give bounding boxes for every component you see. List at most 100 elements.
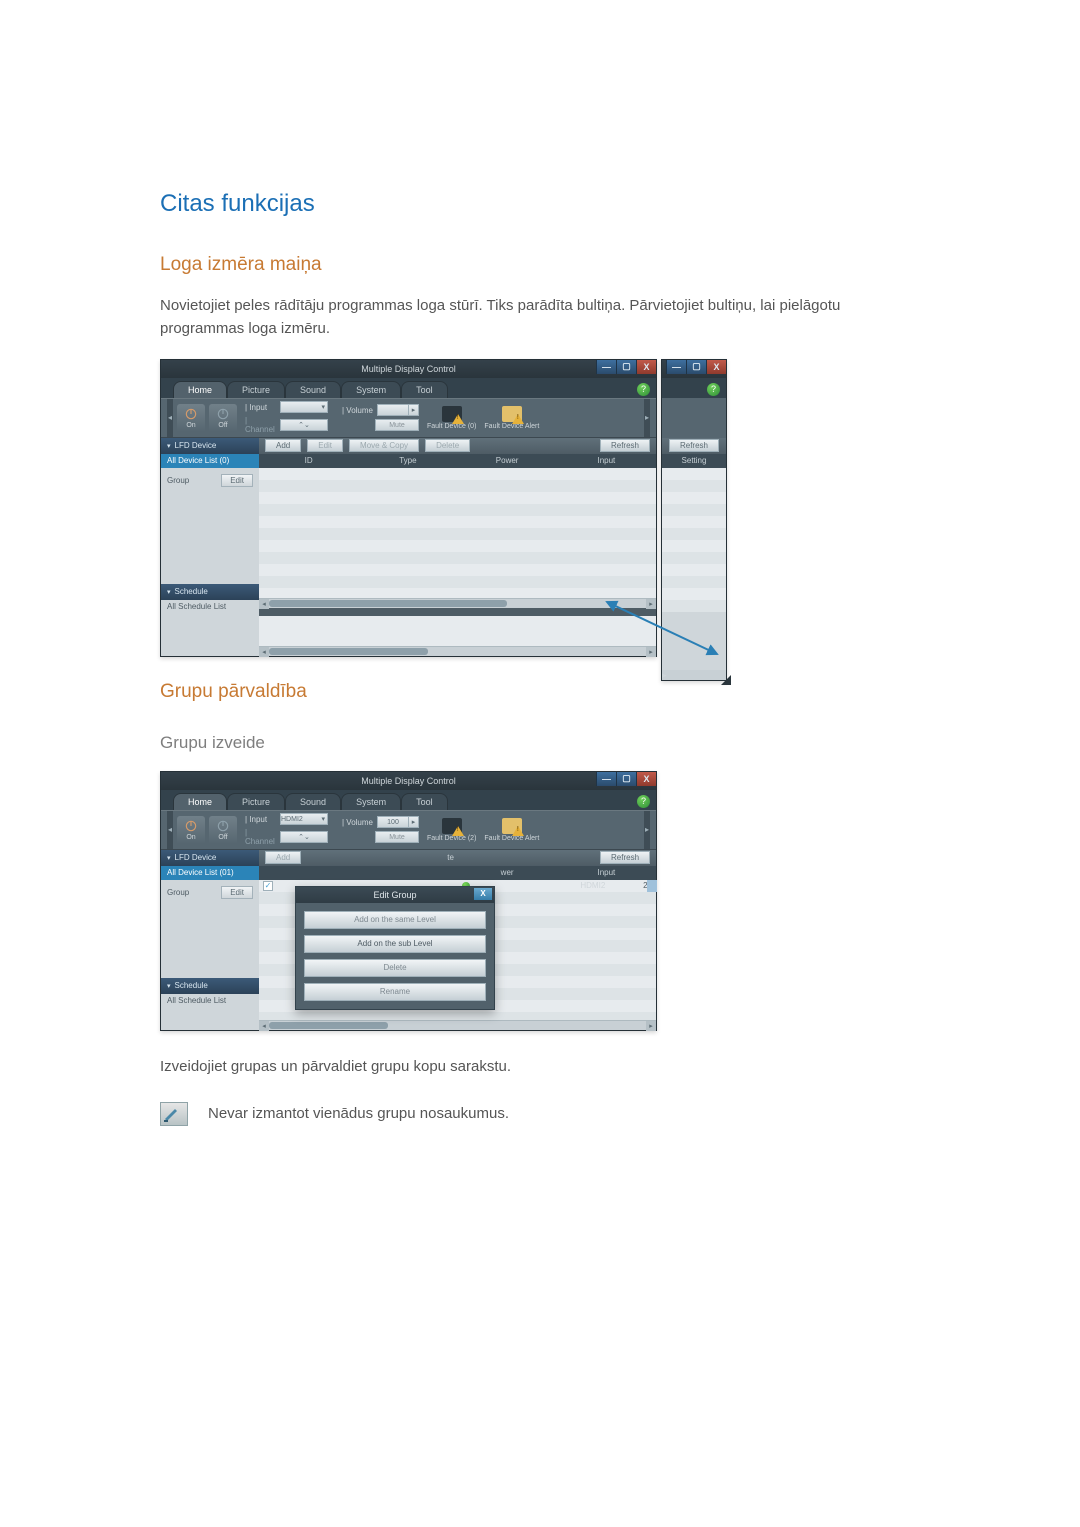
fault-device-count[interactable]: Fault Device (0) bbox=[427, 406, 476, 430]
titlebar[interactable]: Multiple Display Control — ▢ X bbox=[161, 360, 656, 378]
power-off-label: Off bbox=[218, 834, 227, 841]
action-bar: Add Edit Move & Copy Delete Refresh bbox=[259, 438, 656, 454]
tab-sound[interactable]: Sound bbox=[285, 793, 341, 810]
help-icon[interactable]: ? bbox=[637, 383, 650, 396]
minimize-button[interactable]: — bbox=[596, 772, 616, 786]
sidebar-section-lfd[interactable]: LFD Device bbox=[161, 438, 259, 454]
scroll-thumb[interactable] bbox=[269, 1022, 388, 1029]
scroll-left-icon[interactable]: ◂ bbox=[259, 599, 269, 609]
tab-picture[interactable]: Picture bbox=[227, 381, 285, 398]
channel-spinner[interactable]: ⌃⌄ bbox=[280, 831, 328, 843]
maximize-button[interactable]: ▢ bbox=[616, 360, 636, 374]
dialog-delete[interactable]: Delete bbox=[304, 959, 486, 977]
col-id[interactable]: ID bbox=[259, 454, 358, 468]
overlay-close-button[interactable]: X bbox=[706, 360, 726, 374]
channel-spinner[interactable]: ⌃⌄ bbox=[280, 419, 328, 431]
sidebar-all-device-list[interactable]: All Device List (0) bbox=[161, 454, 259, 468]
maximize-button[interactable]: ▢ bbox=[616, 772, 636, 786]
input-select[interactable]: HDMI2 bbox=[280, 813, 328, 825]
page-title: Citas funkcijas bbox=[160, 190, 920, 218]
tab-tool[interactable]: Tool bbox=[401, 381, 448, 398]
tab-picture[interactable]: Picture bbox=[227, 793, 285, 810]
tab-bar: Home Picture Sound System Tool ? bbox=[161, 790, 656, 810]
sidebar-section-schedule[interactable]: Schedule bbox=[161, 584, 259, 600]
col-power[interactable]: Power bbox=[458, 454, 557, 468]
fault-device-alert[interactable]: Fault Device Alert bbox=[484, 406, 539, 430]
power-on-label: On bbox=[186, 422, 195, 429]
overlay-col-setting[interactable]: Setting bbox=[662, 454, 726, 468]
help-icon[interactable]: ? bbox=[637, 795, 650, 808]
h-scrollbar[interactable]: ◂ ▸ bbox=[259, 1020, 656, 1030]
dialog-titlebar[interactable]: Edit Group X bbox=[296, 887, 494, 903]
pager-right-icon[interactable]: ▸ bbox=[644, 399, 650, 437]
group-edit-button[interactable]: Edit bbox=[221, 474, 253, 487]
scroll-thumb[interactable] bbox=[269, 648, 428, 655]
tab-system[interactable]: System bbox=[341, 381, 401, 398]
group-edit-button[interactable]: Edit bbox=[221, 886, 253, 899]
power-off-button[interactable]: Off bbox=[209, 404, 237, 432]
overlay-scrollbar[interactable]: ▸ bbox=[662, 670, 726, 680]
scroll-left-icon[interactable]: ◂ bbox=[259, 1021, 269, 1031]
col-type[interactable]: Type bbox=[358, 454, 457, 468]
tab-system[interactable]: System bbox=[341, 793, 401, 810]
sidebar-section-schedule[interactable]: Schedule bbox=[161, 978, 259, 994]
sidebar-all-device-list[interactable]: All Device List (01) bbox=[161, 866, 259, 880]
scroll-thumb[interactable] bbox=[269, 600, 507, 607]
titlebar[interactable]: Multiple Display Control — ▢ X bbox=[161, 772, 656, 790]
close-button[interactable]: X bbox=[636, 360, 656, 374]
pager-right-icon[interactable]: ▸ bbox=[644, 811, 650, 849]
dialog-rename[interactable]: Rename bbox=[304, 983, 486, 1001]
sidebar-all-schedule-list[interactable]: All Schedule List bbox=[161, 600, 259, 614]
volume-label: | Volume bbox=[342, 406, 374, 415]
edit-button[interactable]: Edit bbox=[307, 439, 343, 452]
resize-grip-icon[interactable] bbox=[721, 675, 731, 685]
sidebar-all-schedule-list[interactable]: All Schedule List bbox=[161, 994, 259, 1008]
tab-home[interactable]: Home bbox=[173, 381, 227, 398]
col-input[interactable]: Input bbox=[557, 866, 656, 880]
row-checkbox[interactable]: ✓ bbox=[263, 881, 273, 891]
sidebar-section-lfd[interactable]: LFD Device bbox=[161, 850, 259, 866]
row-input-value: HDMI2 bbox=[530, 880, 656, 892]
volume-spin-icon[interactable]: ▸ bbox=[409, 404, 419, 416]
fault-device-alert[interactable]: Fault Device Alert bbox=[484, 818, 539, 842]
add-button[interactable]: Add bbox=[265, 851, 301, 864]
tab-home[interactable]: Home bbox=[173, 793, 227, 810]
overlay-refresh-button[interactable]: Refresh bbox=[669, 439, 719, 452]
scroll-right-icon[interactable]: ▸ bbox=[662, 670, 726, 681]
input-select[interactable] bbox=[280, 401, 328, 413]
scroll-right-icon[interactable]: ▸ bbox=[646, 1021, 656, 1031]
power-on-button[interactable]: On bbox=[177, 404, 205, 432]
pager-left-icon[interactable]: ◂ bbox=[167, 399, 173, 437]
add-button[interactable]: Add bbox=[265, 439, 301, 452]
overlay-help-icon[interactable]: ? bbox=[707, 383, 720, 396]
volume-value[interactable] bbox=[377, 404, 409, 416]
close-button[interactable]: X bbox=[636, 772, 656, 786]
refresh-button[interactable]: Refresh bbox=[600, 851, 650, 864]
tab-tool[interactable]: Tool bbox=[401, 793, 448, 810]
sidebar: LFD Device All Device List (0) Group Edi… bbox=[161, 438, 259, 656]
refresh-button[interactable]: Refresh bbox=[600, 439, 650, 452]
col-power[interactable]: wer bbox=[458, 866, 557, 880]
overlay-min-button[interactable]: — bbox=[666, 360, 686, 374]
minimize-button[interactable]: — bbox=[596, 360, 616, 374]
overlay-max-button[interactable]: ▢ bbox=[686, 360, 706, 374]
move-copy-button[interactable]: Move & Copy bbox=[349, 439, 419, 452]
window-title: Multiple Display Control bbox=[361, 364, 456, 374]
screenshot-group: Multiple Display Control — ▢ X Home Pict… bbox=[160, 771, 657, 1031]
mute-button[interactable]: Mute bbox=[375, 831, 419, 843]
power-off-button[interactable]: Off bbox=[209, 816, 237, 844]
tab-sound[interactable]: Sound bbox=[285, 381, 341, 398]
dialog-add-sub-level[interactable]: Add on the sub Level bbox=[304, 935, 486, 953]
dialog-add-same-level[interactable]: Add on the same Level bbox=[304, 911, 486, 929]
dialog-close-button[interactable]: X bbox=[474, 888, 492, 900]
pager-left-icon[interactable]: ◂ bbox=[167, 811, 173, 849]
delete-button[interactable]: Delete bbox=[425, 439, 470, 452]
volume-value[interactable]: 100 bbox=[377, 816, 409, 828]
power-on-button[interactable]: On bbox=[177, 816, 205, 844]
fault-device-count[interactable]: Fault Device (2) bbox=[427, 818, 476, 842]
scroll-left-icon[interactable]: ◂ bbox=[259, 647, 269, 657]
mute-button[interactable]: Mute bbox=[375, 419, 419, 431]
col-te-remnant: te bbox=[447, 853, 454, 862]
col-input[interactable]: Input bbox=[557, 454, 656, 468]
volume-spin-icon[interactable]: ▸ bbox=[409, 816, 419, 828]
